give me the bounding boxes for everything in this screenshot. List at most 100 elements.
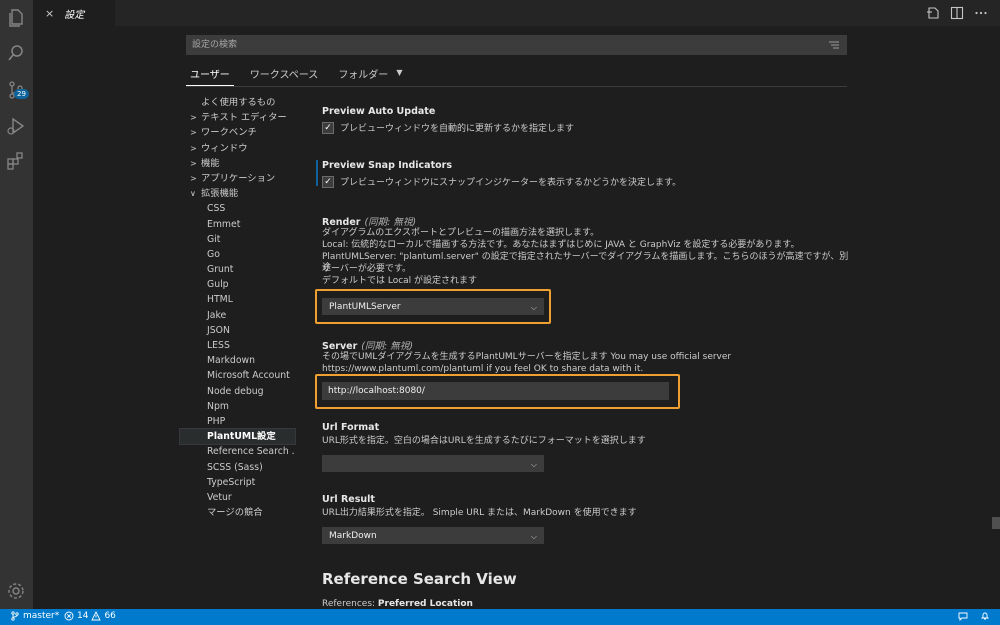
preview-auto-update-checkbox[interactable]: ✓ bbox=[322, 121, 334, 134]
tab-workspace[interactable]: ワークスペース bbox=[246, 64, 323, 86]
filter-icon[interactable] bbox=[829, 40, 839, 50]
toc-item[interactable]: > ワークベンチ bbox=[180, 125, 295, 140]
close-icon[interactable]: × bbox=[45, 7, 54, 20]
chevron-right-icon: > bbox=[190, 113, 197, 123]
section-title: Reference Search View bbox=[322, 570, 517, 588]
sync-ignored-label: (同期: 無視) bbox=[361, 341, 413, 352]
toc-item[interactable]: マージの競合 bbox=[180, 505, 295, 520]
chevron-right-icon: > bbox=[190, 173, 197, 183]
toc-label: テキスト エディター bbox=[201, 112, 287, 124]
toc-item[interactable]: JSON bbox=[180, 323, 295, 338]
toc-label: Emmet bbox=[207, 218, 241, 230]
toc-item[interactable]: Node debug bbox=[180, 384, 295, 399]
toc-item[interactable]: Grunt bbox=[180, 262, 295, 277]
setting-description: サーバーが必要です。 bbox=[322, 264, 412, 274]
problems-status[interactable]: 14 66 bbox=[64, 611, 116, 621]
activity-bar: 29 bbox=[0, 0, 33, 609]
toc-item[interactable]: LESS bbox=[180, 338, 295, 353]
preview-snap-checkbox[interactable]: ✓ bbox=[322, 175, 334, 188]
toc-item-plantuml[interactable]: PlantUML設定 bbox=[179, 428, 296, 446]
open-json-icon[interactable] bbox=[926, 6, 940, 20]
toc-item[interactable]: CSS bbox=[180, 201, 295, 216]
setting-description: プレビューウィンドウを自動的に更新するかを指定します bbox=[340, 124, 575, 134]
tab-user[interactable]: ユーザー bbox=[186, 64, 234, 86]
chevron-right-icon: > bbox=[190, 128, 197, 138]
toc-item[interactable]: ∨ 拡張機能 bbox=[180, 186, 295, 201]
scope-tabs: ユーザー ワークスペース フォルダー ▼ bbox=[186, 64, 402, 86]
checkbox-row: ✓ プレビューウィンドウを自動的に更新するかを指定します bbox=[322, 121, 574, 134]
ref-name: Preferred Location bbox=[377, 599, 473, 609]
toc-item[interactable]: Reference Search ... bbox=[180, 444, 295, 459]
toc-item[interactable]: Jake bbox=[180, 308, 295, 323]
setting-description: その場でUMLダイアグラムを生成するPlantUMLサーバーを指定します You… bbox=[322, 352, 732, 362]
split-editor-icon[interactable] bbox=[950, 6, 964, 20]
toc-item[interactable]: PHP bbox=[180, 414, 295, 429]
toc-item[interactable]: Emmet bbox=[180, 217, 295, 232]
setting-description: デフォルトでは Local が設定されます bbox=[322, 276, 478, 286]
editor-tab-bar: × 設定 bbox=[33, 0, 1000, 26]
setting-description: ダイアグラムのエクスポートとプレビューの描画方法を選択します。 bbox=[322, 228, 600, 238]
settings-search-input[interactable] bbox=[186, 35, 792, 55]
toc-label: ウィンドウ bbox=[201, 142, 248, 154]
chevron-right-icon: > bbox=[190, 143, 197, 153]
feedback-status[interactable] bbox=[958, 611, 968, 621]
toc-item[interactable]: Git bbox=[180, 232, 295, 247]
toc-item[interactable]: > ウィンドウ bbox=[180, 141, 295, 156]
setting-title: Render (同期: 無視) bbox=[322, 214, 416, 228]
setting-title: Preview Snap Indicators bbox=[322, 160, 452, 171]
search-icon[interactable] bbox=[6, 43, 26, 63]
chevron-down-icon: ⌵ bbox=[530, 532, 537, 541]
more-actions-icon[interactable] bbox=[974, 6, 988, 20]
setting-title-text: Server bbox=[322, 341, 358, 352]
toc-label: アプリケーション bbox=[201, 172, 276, 184]
tab-folder[interactable]: フォルダー bbox=[334, 64, 392, 86]
toc-item[interactable]: Vetur bbox=[180, 490, 295, 505]
settings-search bbox=[186, 35, 847, 55]
toc-label: TypeScript bbox=[207, 476, 256, 488]
toc-item[interactable]: HTML bbox=[180, 292, 295, 307]
source-control-badge: 29 bbox=[14, 89, 29, 99]
chevron-down-icon: ⌵ bbox=[530, 460, 537, 469]
extensions-icon[interactable] bbox=[6, 151, 26, 171]
toc-label: 機能 bbox=[201, 157, 220, 169]
run-debug-icon[interactable] bbox=[6, 116, 26, 136]
toc-label: よく使用するもの bbox=[201, 97, 276, 108]
toc-item[interactable]: SCSS (Sass) bbox=[180, 460, 295, 475]
setting-description: URL形式を指定。空白の場合はURLを生成するたびにフォーマットを選択します bbox=[322, 436, 646, 446]
scrollbar-thumb[interactable] bbox=[992, 517, 1000, 529]
url-format-select[interactable]: ⌵ bbox=[322, 455, 544, 472]
chevron-down-icon[interactable]: ▼ bbox=[396, 68, 402, 86]
notifications-status[interactable] bbox=[980, 611, 990, 621]
gear-icon[interactable] bbox=[6, 581, 26, 601]
toc-item[interactable]: Gulp bbox=[180, 277, 295, 292]
sync-ignored-label: (同期: 無視) bbox=[364, 217, 417, 228]
toc-label: Microsoft Account bbox=[207, 370, 290, 382]
toc-item[interactable]: > テキスト エディター bbox=[180, 110, 295, 125]
tab-settings[interactable]: × 設定 bbox=[33, 0, 115, 26]
toc-item[interactable]: よく使用するもの bbox=[180, 95, 295, 110]
select-value: MarkDown bbox=[329, 531, 377, 541]
bell-icon bbox=[980, 612, 990, 620]
toc-item[interactable]: > アプリケーション bbox=[180, 171, 295, 186]
toc-item[interactable]: > 機能 bbox=[180, 156, 295, 171]
toc-label: Markdown bbox=[207, 355, 256, 367]
toc-item[interactable]: TypeScript bbox=[180, 475, 295, 490]
url-result-select[interactable]: MarkDown ⌵ bbox=[322, 527, 544, 544]
toc-item[interactable]: Microsoft Account bbox=[180, 368, 295, 383]
toc-item[interactable]: Go bbox=[180, 247, 295, 262]
setting-title: Preview Auto Update bbox=[322, 106, 436, 117]
branch-status[interactable]: master* bbox=[10, 611, 59, 621]
toc-label: CSS bbox=[207, 203, 226, 215]
toc-label: PHP bbox=[207, 415, 226, 427]
setting-title-text: Render bbox=[322, 217, 361, 228]
explorer-icon[interactable] bbox=[6, 8, 26, 28]
toc-label: Go bbox=[207, 248, 220, 260]
highlight-server-input bbox=[315, 374, 680, 409]
toc-label: Node debug bbox=[207, 385, 264, 397]
focus-indicator bbox=[316, 160, 318, 186]
toc-item[interactable]: Npm bbox=[180, 399, 295, 414]
toc-label: Gulp bbox=[207, 279, 229, 291]
toc-label: Jake bbox=[207, 309, 227, 321]
warning-count: 66 bbox=[104, 611, 116, 621]
toc-item[interactable]: Markdown bbox=[180, 353, 295, 368]
